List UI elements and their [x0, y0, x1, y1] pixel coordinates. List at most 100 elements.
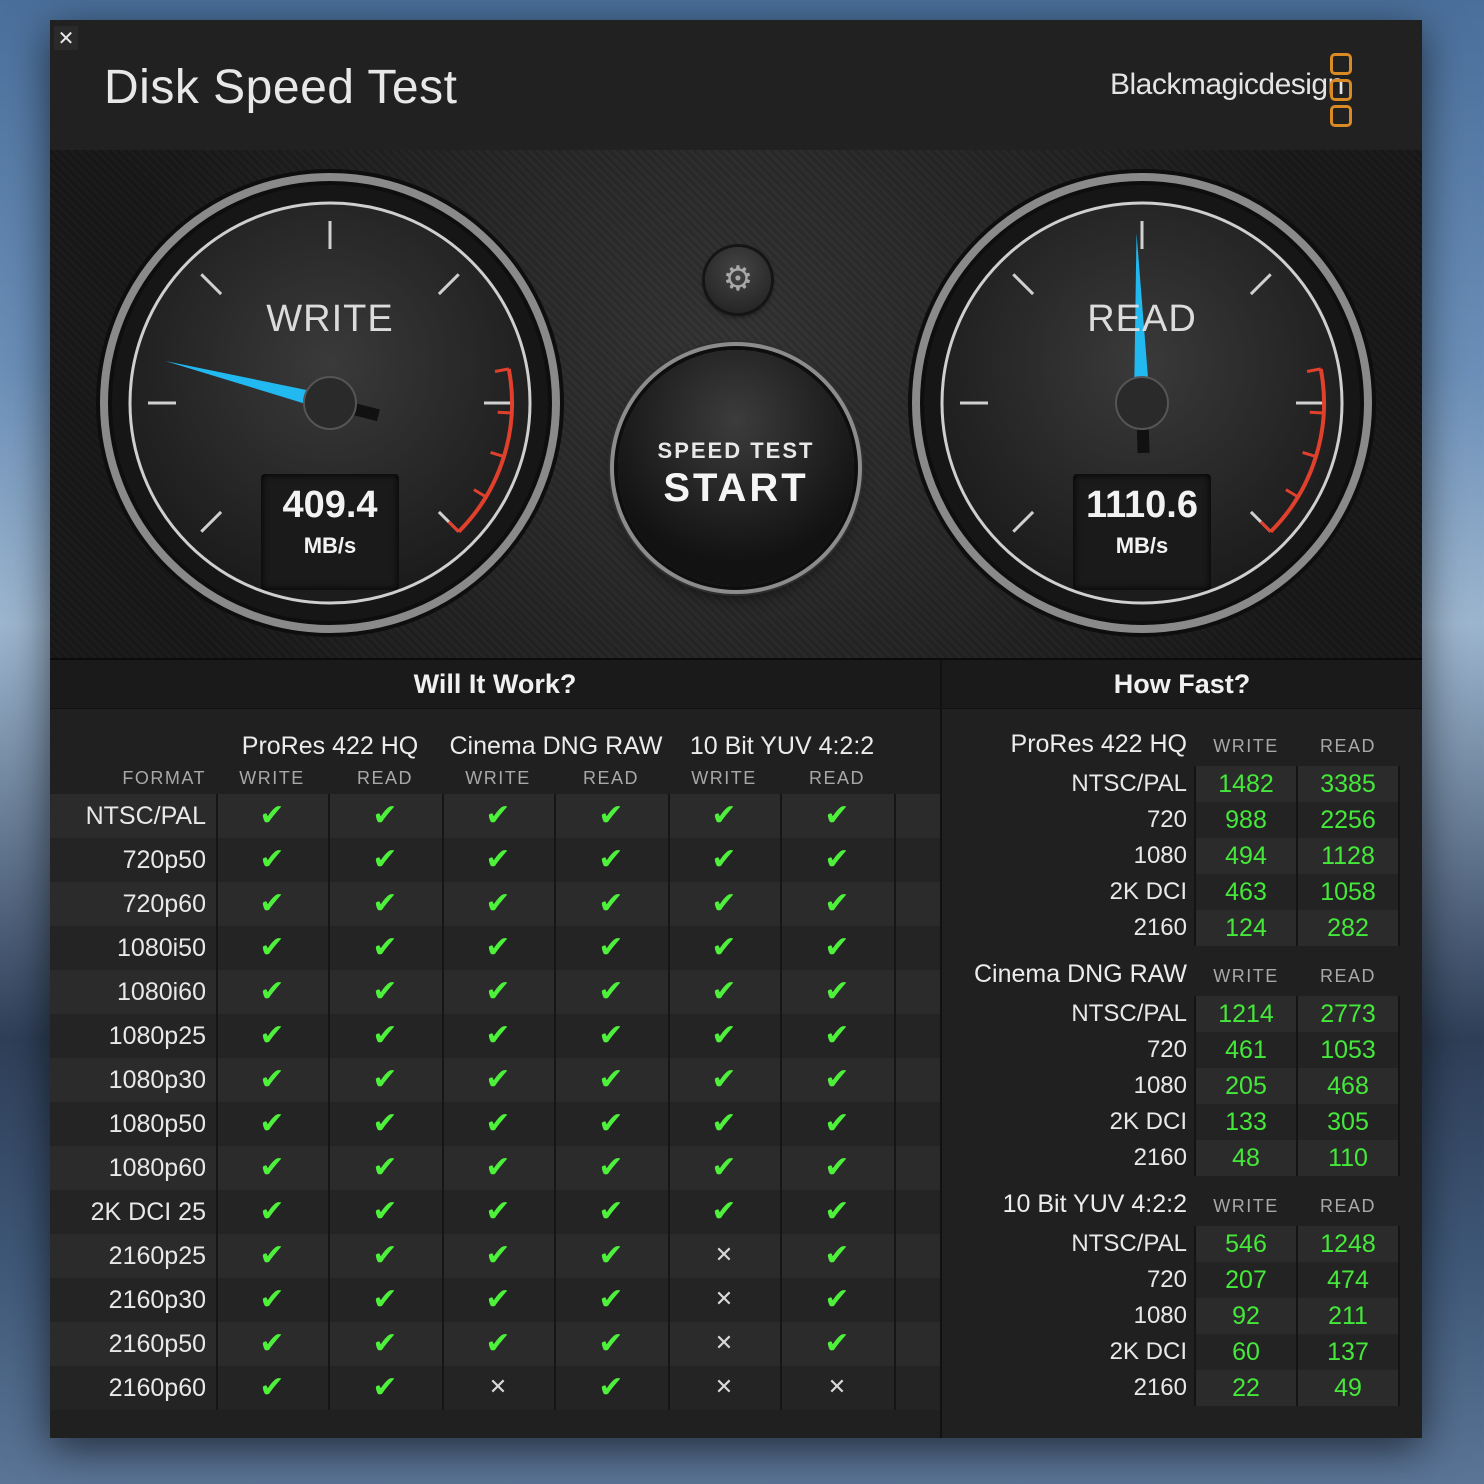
fps-read-value: 305: [1298, 1104, 1398, 1140]
read-gauge: READ 1110.6 MB/s: [907, 168, 1377, 638]
format-label: NTSC/PAL: [85, 802, 206, 830]
fps-read-value: 474: [1298, 1262, 1398, 1298]
check-icon: ✔: [824, 842, 850, 877]
app-title: Disk Speed Test: [104, 61, 458, 114]
format-label: 2160p50: [108, 1330, 206, 1358]
grid-line: [894, 1234, 896, 1278]
how-fast-row-label: 2K DCI: [1109, 878, 1187, 905]
how-fast-row-label: 2K DCI: [1109, 1338, 1187, 1365]
how-fast-row-label: NTSC/PAL: [1071, 1000, 1187, 1027]
check-icon: ✔: [259, 1106, 285, 1141]
cross-icon: ✕: [714, 1375, 734, 1400]
fps-write-value: 22: [1196, 1370, 1296, 1406]
check-icon: ✔: [372, 842, 398, 877]
check-icon: ✔: [824, 930, 850, 965]
grid-line: [1398, 1334, 1400, 1370]
how-fast-panel: How Fast? ProRes 422 HQ WRITE READ NTSC/PAL…: [942, 660, 1422, 1438]
grid-line: [1398, 1262, 1400, 1298]
check-icon: ✔: [372, 1194, 398, 1229]
table-row: 2160p60 ✔ ✔ ✕ ✔ ✕ ✕: [50, 1366, 940, 1410]
check-icon: ✔: [711, 886, 737, 921]
check-icon: ✔: [824, 974, 850, 1009]
check-icon: ✔: [485, 1150, 511, 1185]
check-icon: ✔: [711, 1062, 737, 1097]
how-fast-row: NTSC/PAL 1214 2773: [942, 996, 1422, 1032]
fps-write-value: 463: [1196, 874, 1296, 910]
how-fast-row-label: 2K DCI: [1109, 1108, 1187, 1135]
how-fast-row-label: 720: [1146, 1036, 1187, 1063]
check-icon: ✔: [485, 1018, 511, 1053]
check-icon: ✔: [598, 1062, 624, 1097]
fps-read-value: 49: [1298, 1370, 1398, 1406]
how-fast-read-header: READ: [1319, 736, 1376, 756]
table-row: 1080i60 ✔ ✔ ✔ ✔ ✔ ✔: [50, 970, 940, 1014]
check-icon: ✔: [485, 1194, 511, 1229]
will-it-work-table: NTSC/PAL ✔ ✔ ✔ ✔ ✔ ✔ 720p50 ✔ ✔ ✔ ✔ ✔ ✔ 720p60 ✔ ✔ ✔ ✔ ✔ ✔ 10…: [50, 660, 940, 1438]
format-label: 1080i60: [117, 978, 206, 1006]
how-fast-row: 2K DCI 133 305: [942, 1104, 1422, 1140]
fps-write-value: 60: [1196, 1334, 1296, 1370]
start-button-caption: SPEED TEST: [657, 438, 815, 463]
cross-icon: ✕: [714, 1331, 734, 1356]
how-fast-row: NTSC/PAL 546 1248: [942, 1226, 1422, 1262]
how-fast-table: ProRes 422 HQ WRITE READ NTSC/PAL 1482 3385 72…: [942, 660, 1422, 1438]
fps-write-value: 1482: [1196, 766, 1296, 802]
how-fast-row: 1080 92 211: [942, 1298, 1422, 1334]
format-label: 1080p25: [108, 1022, 206, 1050]
title-bar: ✕ Disk Speed Test Blackmagicdesign: [50, 20, 1422, 151]
gear-icon[interactable]: ⚙: [705, 247, 771, 313]
grid-line: [894, 1190, 896, 1234]
grid-line: [894, 1102, 896, 1146]
fps-read-value: 282: [1298, 910, 1398, 946]
how-fast-row-label: NTSC/PAL: [1071, 770, 1187, 797]
cross-icon: ✕: [488, 1375, 508, 1400]
grid-line: [1398, 1104, 1400, 1140]
write-readout: 409.4 MB/s: [261, 474, 399, 590]
check-icon: ✔: [372, 1062, 398, 1097]
fps-write-value: 48: [1196, 1140, 1296, 1176]
gauge-panel: WRITE 409.4 MB/s ⚙ SPEED TEST START READ…: [50, 150, 1422, 660]
check-icon: ✔: [259, 1062, 285, 1097]
how-fast-row-label: 1080: [1133, 1302, 1187, 1329]
fps-read-value: 2256: [1298, 802, 1398, 838]
check-icon: ✔: [824, 1150, 850, 1185]
speed-test-start-button[interactable]: SPEED TEST START: [618, 350, 854, 586]
check-icon: ✔: [485, 1106, 511, 1141]
check-icon: ✔: [598, 1018, 624, 1053]
fps-write-value: 124: [1196, 910, 1296, 946]
check-icon: ✔: [259, 930, 285, 965]
check-icon: ✔: [372, 798, 398, 833]
format-label: 1080p60: [108, 1154, 206, 1182]
close-icon[interactable]: ✕: [54, 26, 78, 50]
app-window: ✕ Disk Speed Test Blackmagicdesign WRITE…: [50, 20, 1422, 1438]
how-fast-row: 2160 48 110: [942, 1140, 1422, 1176]
format-label: 1080p50: [108, 1110, 206, 1138]
how-fast-row-label: NTSC/PAL: [1071, 1230, 1187, 1257]
write-gauge-label: WRITE: [266, 298, 394, 340]
check-icon: ✔: [372, 1370, 398, 1405]
how-fast-read-header: READ: [1319, 966, 1376, 986]
fps-read-value: 110: [1298, 1140, 1398, 1176]
how-fast-row-label: 1080: [1133, 1072, 1187, 1099]
read-gauge-label: READ: [1087, 298, 1197, 340]
how-fast-group-name: Cinema DNG RAW: [974, 960, 1187, 988]
check-icon: ✔: [372, 886, 398, 921]
grid-line: [1398, 1226, 1400, 1262]
table-row: 720p50 ✔ ✔ ✔ ✔ ✔ ✔: [50, 838, 940, 882]
cross-icon: ✕: [714, 1287, 734, 1312]
how-fast-row-label: 720: [1146, 1266, 1187, 1293]
check-icon: ✔: [824, 886, 850, 921]
how-fast-group-name: 10 Bit YUV 4:2:2: [1002, 1190, 1187, 1218]
how-fast-row-label: 720: [1146, 806, 1187, 833]
check-icon: ✔: [259, 1018, 285, 1053]
check-icon: ✔: [485, 886, 511, 921]
how-fast-row: 2160 22 49: [942, 1370, 1422, 1406]
check-icon: ✔: [711, 1106, 737, 1141]
will-it-work-panel: Will It Work? ProRes 422 HQ Cinema DNG R…: [50, 660, 942, 1438]
check-icon: ✔: [372, 1106, 398, 1141]
check-icon: ✔: [824, 1106, 850, 1141]
table-row: 1080p30 ✔ ✔ ✔ ✔ ✔ ✔: [50, 1058, 940, 1102]
check-icon: ✔: [485, 1282, 511, 1317]
table-row: 2160p50 ✔ ✔ ✔ ✔ ✕ ✔: [50, 1322, 940, 1366]
fps-read-value: 3385: [1298, 766, 1398, 802]
